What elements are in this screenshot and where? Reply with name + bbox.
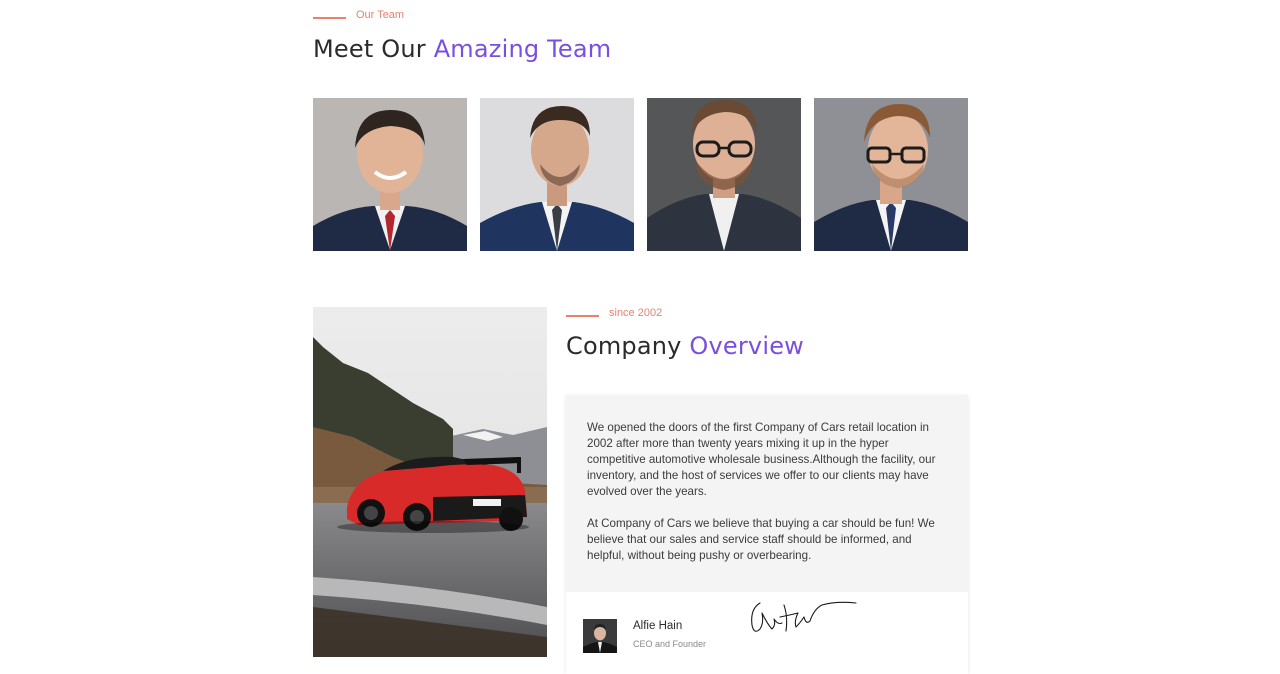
founder-block: Alfie Hain CEO and Founder	[566, 592, 968, 674]
team-member-2-portrait	[480, 98, 634, 251]
avatar	[583, 619, 617, 653]
founder-name: Alfie Hain	[633, 620, 683, 632]
overview-eyebrow-label: since 2002	[609, 307, 663, 319]
team-member-photo[interactable]	[814, 98, 968, 251]
team-member-photo[interactable]	[480, 98, 634, 251]
team-heading: Meet Our Amazing Team	[313, 35, 611, 63]
overview-card: We opened the doors of the first Company…	[566, 395, 968, 674]
overview-paragraph-2: At Company of Cars we believe that buyin…	[587, 517, 935, 562]
eyebrow-line	[313, 17, 346, 19]
team-heading-plain: Meet Our	[313, 35, 434, 63]
team-eyebrow: Our Team	[313, 9, 404, 21]
team-grid	[313, 98, 968, 251]
founder-role: CEO and Founder	[633, 639, 707, 649]
car-photo	[313, 307, 547, 657]
eyebrow-line	[566, 315, 599, 317]
team-heading-accent: Amazing Team	[433, 35, 612, 63]
team-member-1-portrait	[313, 98, 467, 251]
overview-heading: Company Overview	[566, 332, 804, 360]
founder-avatar-portrait	[583, 619, 617, 653]
team-member-3-portrait	[647, 98, 801, 251]
team-member-photo[interactable]	[313, 98, 467, 251]
red-sports-car-image	[313, 307, 547, 657]
team-eyebrow-label: Our Team	[356, 9, 405, 21]
overview-text: We opened the doors of the first Company…	[566, 395, 968, 592]
overview-heading-plain: Company	[566, 332, 690, 360]
overview-heading-accent: Overview	[689, 332, 804, 360]
overview-eyebrow: since 2002	[566, 307, 662, 319]
signature-image	[751, 601, 857, 632]
team-member-photo[interactable]	[647, 98, 801, 251]
team-member-4-portrait	[814, 98, 968, 251]
overview-paragraph-1: We opened the doors of the first Company…	[587, 421, 936, 498]
